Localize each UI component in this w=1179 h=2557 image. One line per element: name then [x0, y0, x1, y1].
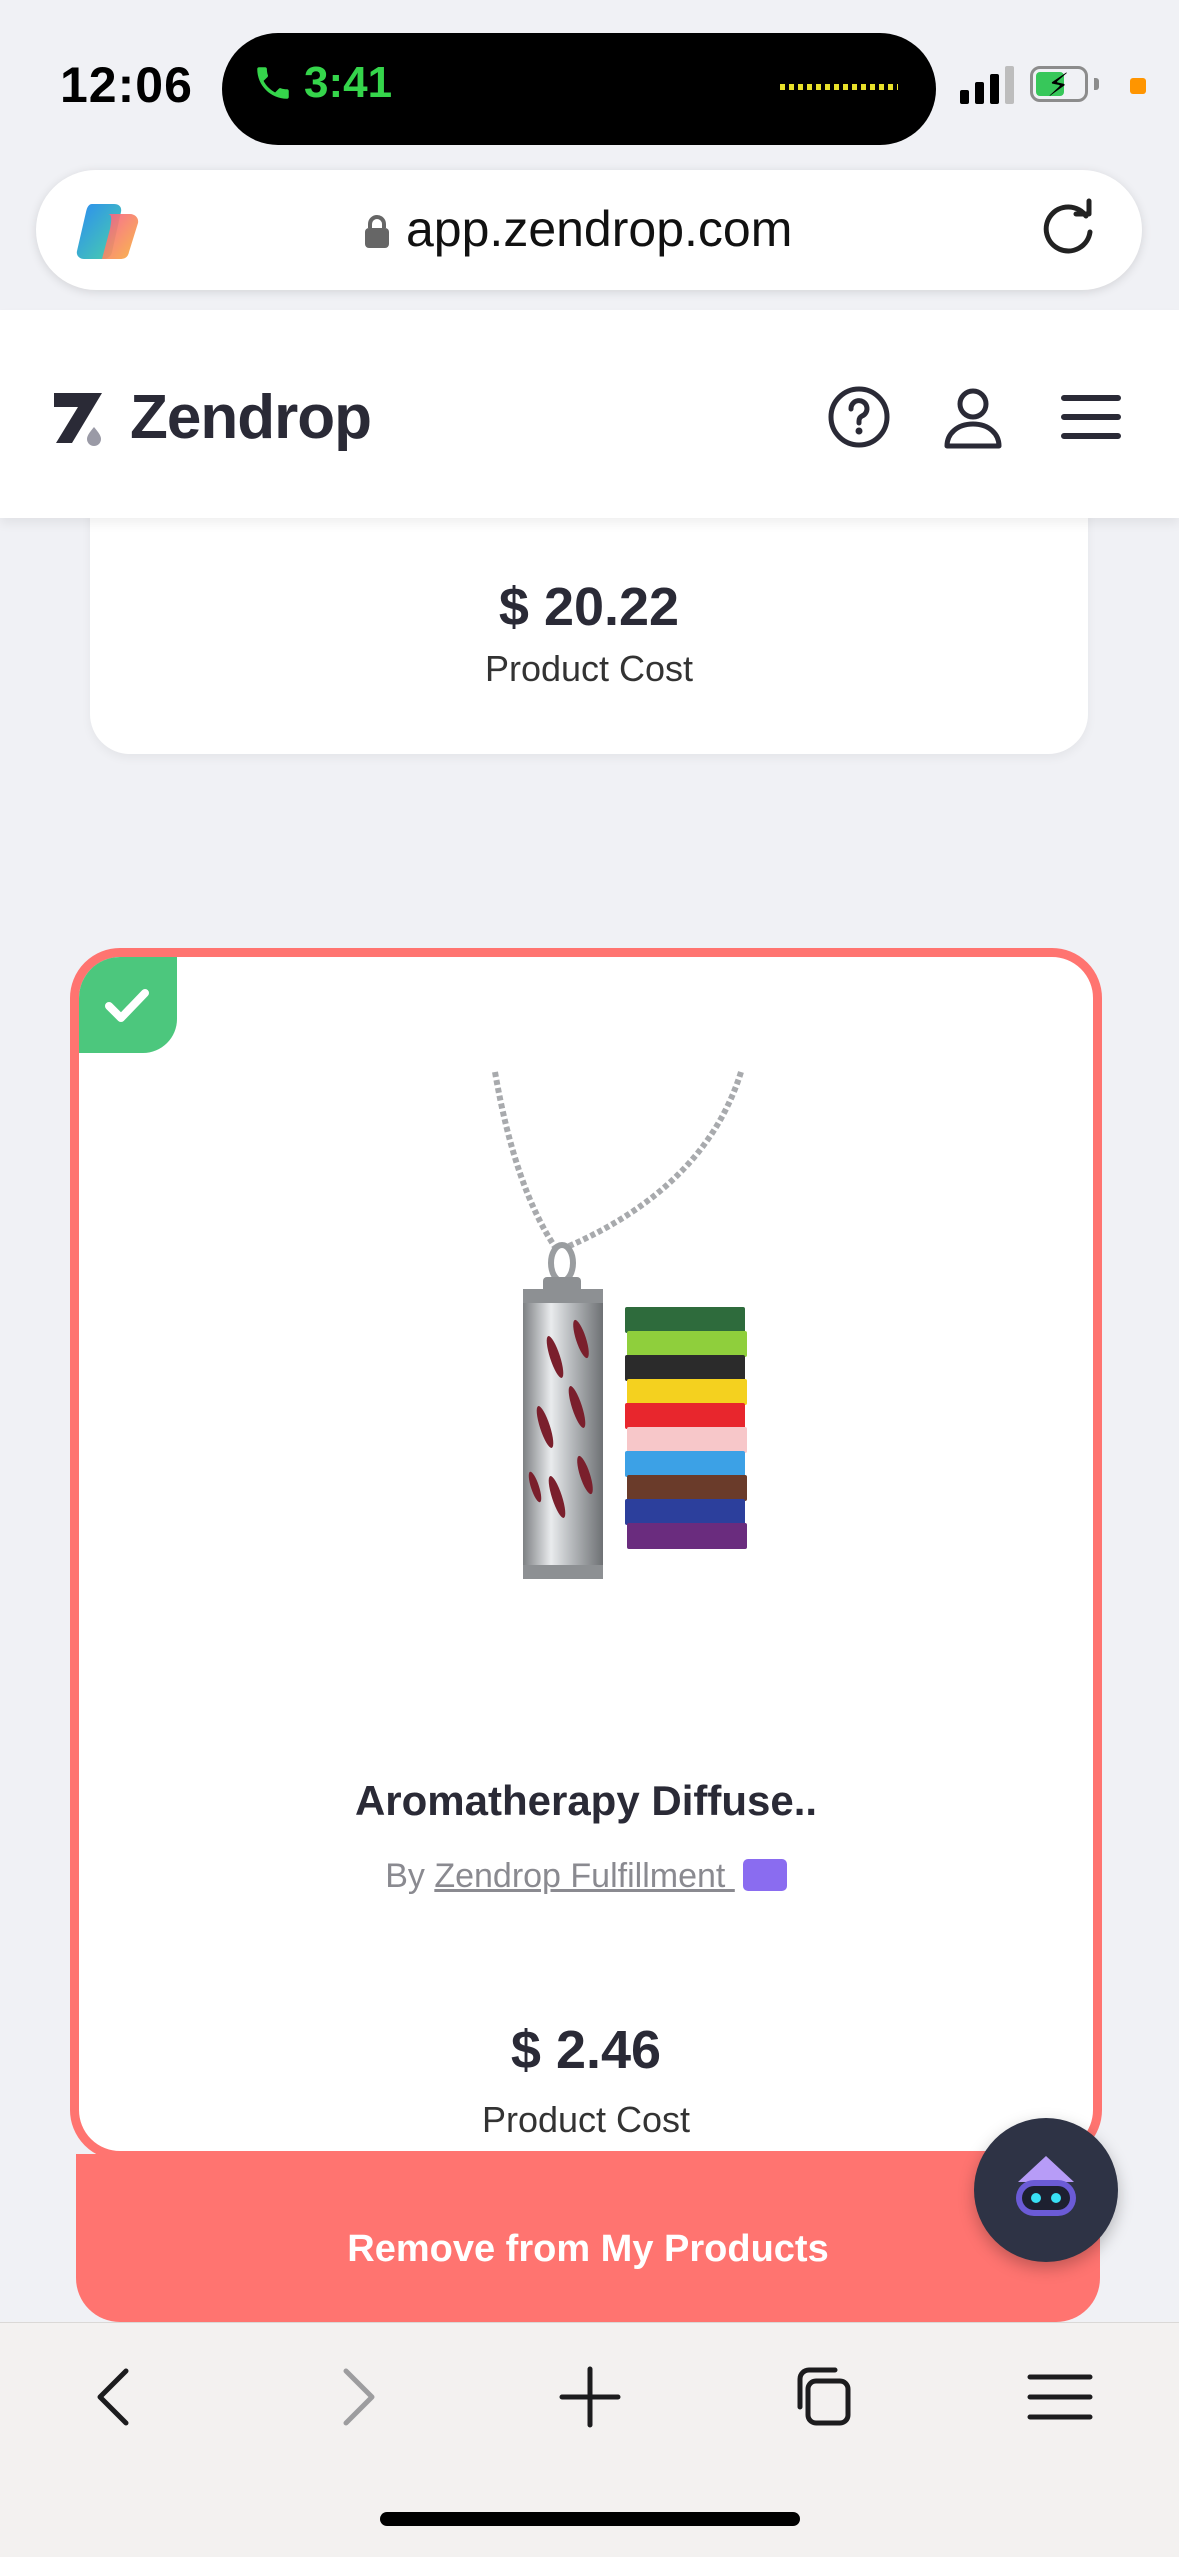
product-price: $ 20.22: [498, 577, 680, 637]
new-tab-icon[interactable]: [550, 2357, 630, 2437]
battery-icon: ⚡: [1030, 66, 1088, 103]
globe-icon: [742, 1859, 787, 1892]
felt-pad: [627, 1331, 747, 1357]
felt-pad: [625, 1403, 745, 1429]
address-bar[interactable]: app.zendrop.com: [36, 170, 1142, 290]
vendor-line: By Zendrop Fulfillment: [79, 1857, 1093, 1896]
reload-icon[interactable]: [1036, 198, 1100, 262]
zendrop-logo-icon: [54, 392, 102, 446]
status-bar: 12:06 3:41 ⚡: [0, 0, 1179, 170]
phone-icon: [257, 67, 289, 99]
url-text[interactable]: app.zendrop.com: [406, 200, 792, 258]
product-cost-label: Product Cost: [484, 648, 694, 689]
home-indicator: [380, 2512, 800, 2526]
user-icon[interactable]: [940, 384, 1006, 450]
product-price: $ 2.46: [510, 2020, 662, 2080]
hamburger-menu-icon[interactable]: [1058, 384, 1124, 450]
back-icon[interactable]: [76, 2357, 156, 2437]
menu-icon[interactable]: [1020, 2357, 1100, 2437]
lock-icon: [365, 215, 389, 248]
help-circle-icon[interactable]: [826, 384, 892, 450]
felt-pad: [627, 1427, 747, 1453]
felt-pad: [625, 1451, 745, 1477]
zendrop-logo[interactable]: Zendrop: [50, 382, 372, 453]
call-timer: 3:41: [304, 58, 393, 107]
selected-badge: [79, 957, 177, 1053]
vendor-link[interactable]: Zendrop Fulfillment: [434, 1857, 734, 1895]
remove-from-my-products-button[interactable]: Remove from My Products: [76, 2154, 1100, 2322]
product-title[interactable]: Aromatherapy Diffuse..: [79, 1777, 1093, 1825]
product-image[interactable]: [405, 1067, 945, 1627]
felt-pad: [625, 1307, 745, 1333]
copilot-icon[interactable]: [74, 200, 144, 262]
tabs-icon[interactable]: [786, 2357, 866, 2437]
call-indicator[interactable]: 3:41: [252, 58, 392, 108]
brand-name: Zendrop: [130, 383, 372, 452]
site-header: Zendrop: [0, 310, 1179, 518]
cellular-signal-icon: [960, 64, 1014, 104]
felt-pad: [627, 1475, 747, 1501]
felt-pad: [625, 1499, 745, 1525]
robot-assistant-icon: [1016, 2156, 1076, 2216]
audio-wave-indicator: [780, 84, 898, 90]
forward-icon[interactable]: [316, 2357, 396, 2437]
battery-tip: [1094, 78, 1099, 90]
chat-assistant-button[interactable]: [974, 2118, 1118, 2262]
product-cost-label: Product Cost: [481, 2099, 691, 2140]
clock: 12:06: [60, 57, 193, 113]
felt-pad: [625, 1355, 745, 1381]
felt-pad: [627, 1379, 747, 1405]
checkmark-icon: [105, 989, 149, 1022]
privacy-indicator: [1130, 78, 1146, 94]
felt-pad: [627, 1523, 747, 1549]
by-label: By: [385, 1857, 425, 1895]
product-card[interactable]: Aromatherapy Diffuse.. By Zendrop Fulfil…: [70, 948, 1102, 2160]
